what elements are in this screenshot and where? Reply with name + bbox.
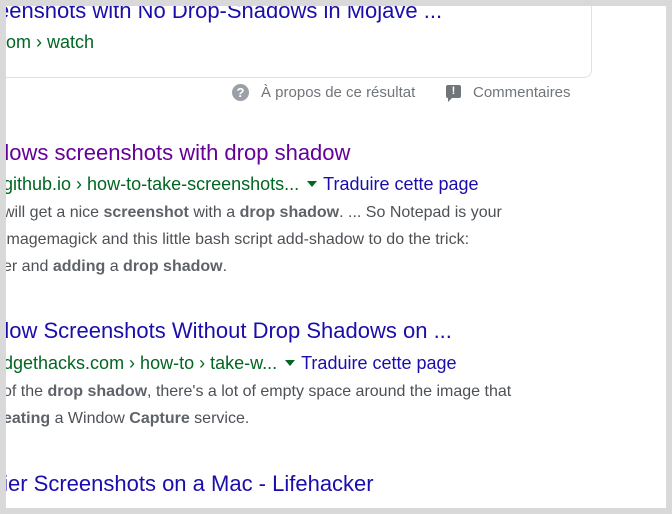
result-3-title[interactable]: tier Screenshots on a Mac - Lifehacker (0, 470, 374, 498)
snippet-text: of the (3, 383, 48, 400)
result-2-url-row: dgethacks.com › how-to › take-w... Tradui… (3, 352, 457, 374)
snippet-highlight: drop shadow (47, 383, 148, 400)
snippet-text: , there's a lot of empty space around th… (147, 383, 512, 400)
snippet-text: with a (188, 204, 240, 221)
frame-border-bottom (0, 508, 672, 514)
help-circle-icon[interactable]: ? (232, 84, 249, 101)
feedback-icon[interactable]: ! (446, 85, 461, 102)
previous-result-url[interactable]: om › watch (6, 31, 94, 53)
snippet-text: service. (189, 410, 250, 427)
frame-border-right (666, 0, 672, 514)
snippet-highlight: Capture (129, 410, 190, 427)
result-1-url[interactable]: github.io › how-to-take-screenshots... (3, 174, 299, 194)
caret-down-icon[interactable] (307, 180, 318, 187)
result-2-title[interactable]: dow Screenshots Without Drop Shadows on … (0, 317, 452, 345)
snippet-text: . ... So Notepad is your (339, 204, 502, 221)
result-2-url[interactable]: dgethacks.com › how-to › take-w... (3, 353, 277, 373)
snippet-text: er and (3, 258, 53, 275)
snippet-text: . (222, 258, 228, 275)
frame-border-top (0, 0, 672, 6)
result-1-translate-link[interactable]: Traduire cette page (323, 174, 478, 194)
snippet-highlight: eating (3, 410, 51, 427)
result-1-url-row: github.io › how-to-take-screenshots... Tr… (3, 173, 479, 195)
snippet-text: a (105, 258, 124, 275)
result-2-snippet-line-1: of the drop shadow, there's a lot of emp… (3, 382, 511, 402)
result-1-snippet-line-2: imagemagick and this little bash script … (3, 230, 469, 250)
result-1-title[interactable]: dows screenshots with drop shadow (0, 139, 350, 167)
about-result-link[interactable]: À propos de ce résultat (261, 82, 415, 104)
snippet-highlight: adding (52, 258, 106, 275)
snippet-highlight: screenshot (103, 204, 189, 221)
result-2-snippet-line-2: eating a Window Capture service. (3, 409, 249, 429)
comments-link[interactable]: Commentaires (473, 82, 571, 104)
snippet-text: imagemagick and this little bash script … (3, 231, 470, 248)
snippet-text: will get a nice (3, 204, 104, 221)
snippet-text: a Window (50, 410, 130, 427)
snippet-highlight: drop shadow (123, 258, 223, 275)
frame-border-left (0, 0, 6, 514)
snippet-highlight: drop shadow (239, 204, 340, 221)
result-1-snippet-line-3: er and adding a drop shadow. (3, 257, 227, 277)
result-2-translate-link[interactable]: Traduire cette page (301, 353, 456, 373)
caret-down-icon[interactable] (285, 359, 296, 366)
result-1-snippet-line-1: will get a nice screenshot with a drop s… (3, 203, 502, 223)
